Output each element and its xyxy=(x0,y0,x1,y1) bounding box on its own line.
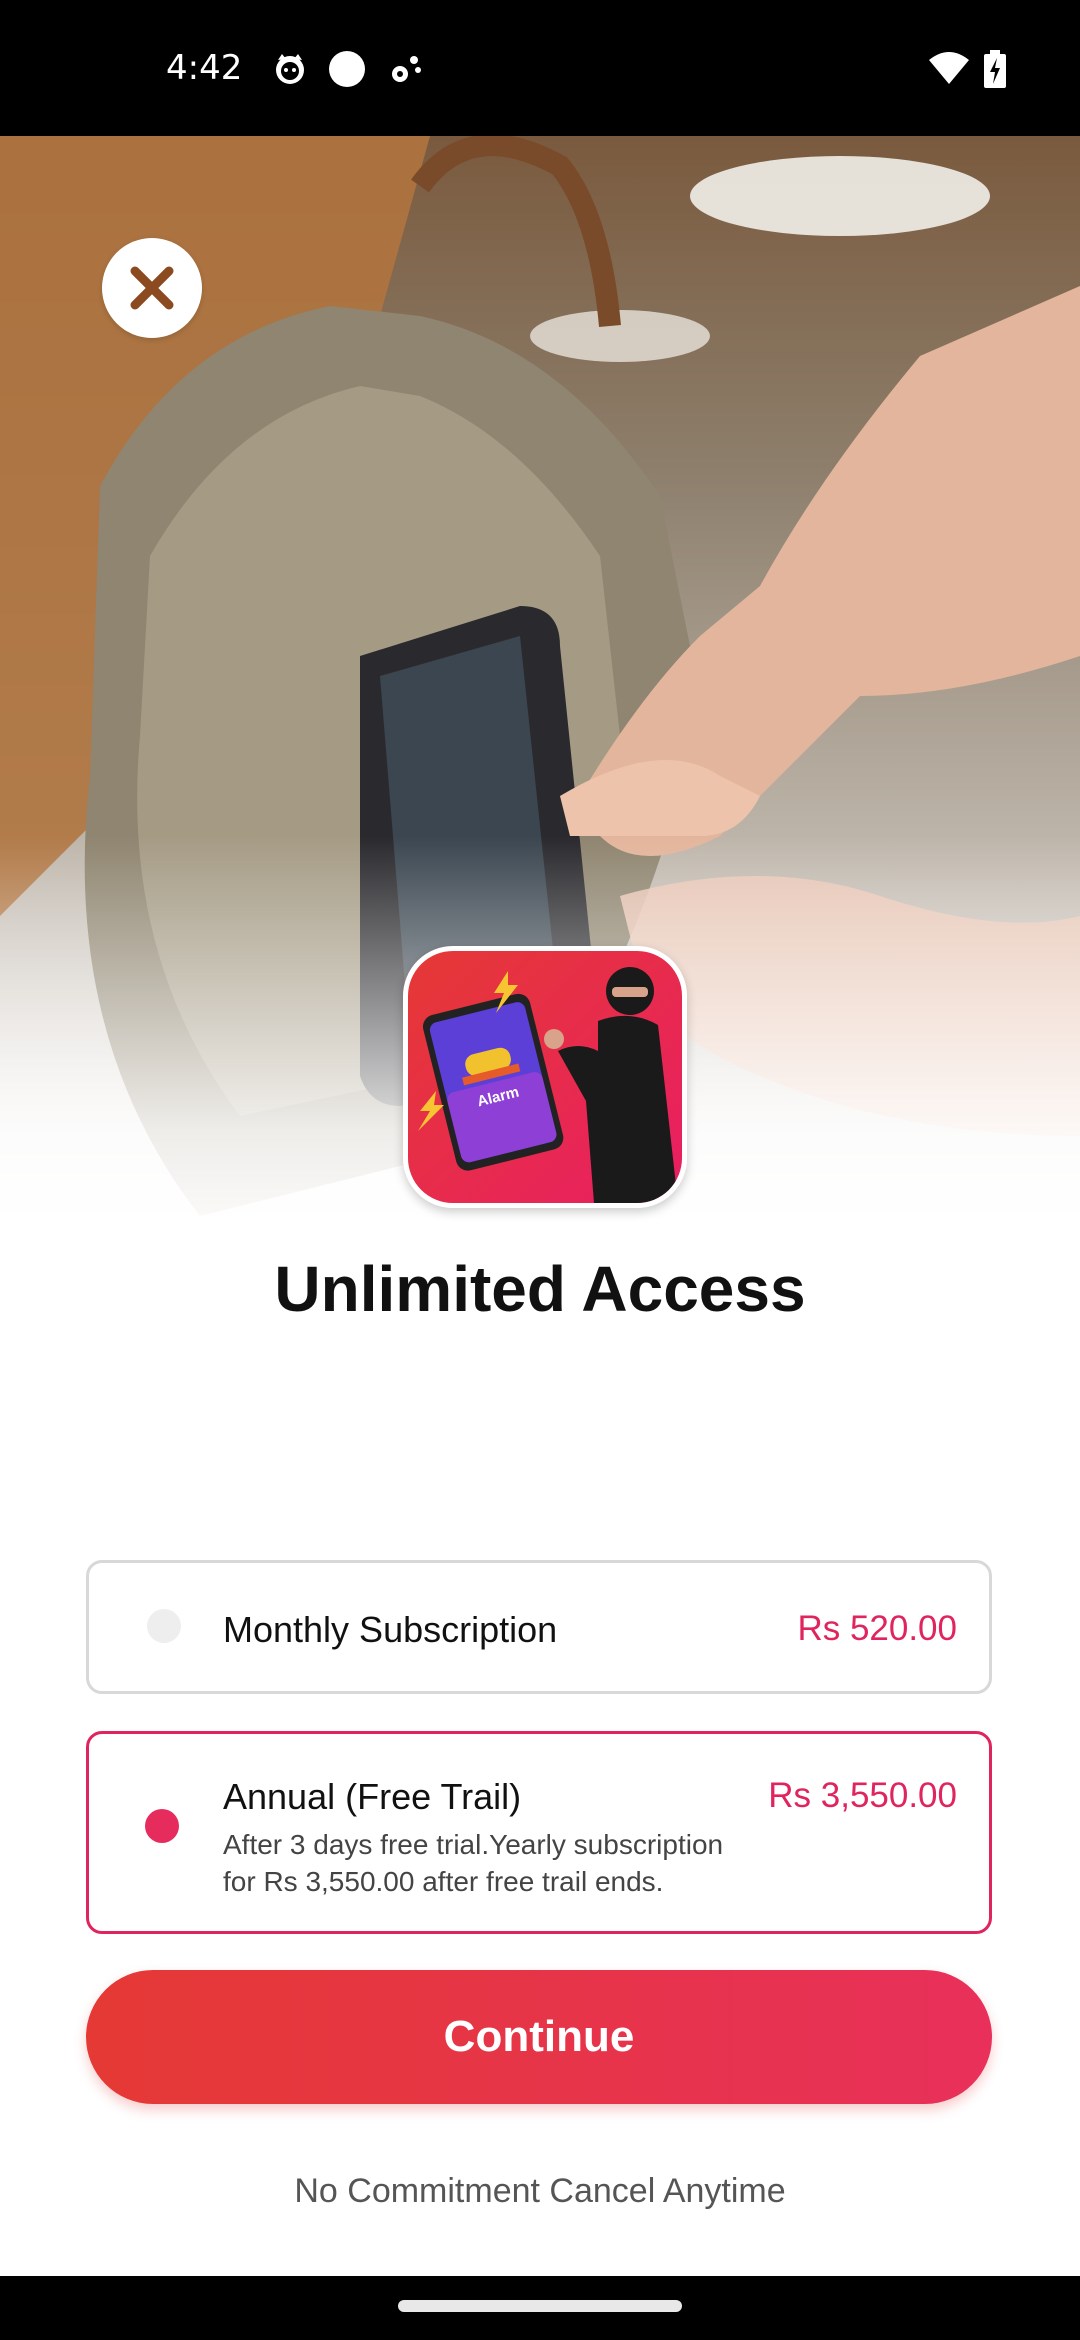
close-button[interactable] xyxy=(102,238,202,338)
radio-unselected[interactable] xyxy=(147,1609,181,1643)
plan-price: Rs 3,550.00 xyxy=(768,1776,957,1815)
status-bar: 4:42 xyxy=(0,0,1080,136)
continue-button[interactable]: Continue xyxy=(86,1970,992,2104)
plan-option-annual[interactable]: Annual (Free Trail) Rs 3,550.00 After 3 … xyxy=(86,1731,992,1934)
app-logo: Alarm xyxy=(403,946,687,1208)
plan-description-line: for Rs 3,550.00 after free trail ends. xyxy=(223,1866,664,1897)
battery-charging-icon xyxy=(984,50,1006,93)
radio-selected[interactable] xyxy=(145,1809,179,1843)
plan-description-line: After 3 days free trial.Yearly subscript… xyxy=(223,1829,724,1860)
navigation-bar xyxy=(0,2276,1080,2340)
cat-face-icon xyxy=(272,50,308,91)
plan-price: Rs 520.00 xyxy=(797,1609,957,1648)
status-time: 4:42 xyxy=(166,48,243,88)
plan-option-monthly[interactable]: Monthly Subscription Rs 520.00 xyxy=(86,1560,992,1694)
close-icon xyxy=(130,266,174,310)
settings-dots-icon xyxy=(388,50,424,91)
circle-icon xyxy=(328,50,366,93)
plan-label: Annual (Free Trail) xyxy=(223,1776,522,1817)
alarm-phone-thief-icon: Alarm xyxy=(418,967,678,1203)
plan-label: Monthly Subscription xyxy=(223,1609,558,1650)
cancel-note: No Commitment Cancel Anytime xyxy=(294,2172,786,2210)
page-title: Unlimited Access xyxy=(274,1253,806,1325)
home-gesture-handle[interactable] xyxy=(398,2300,682,2312)
wifi-icon xyxy=(928,50,970,91)
plan-description: After 3 days free trial.Yearly subscript… xyxy=(223,1826,823,1900)
